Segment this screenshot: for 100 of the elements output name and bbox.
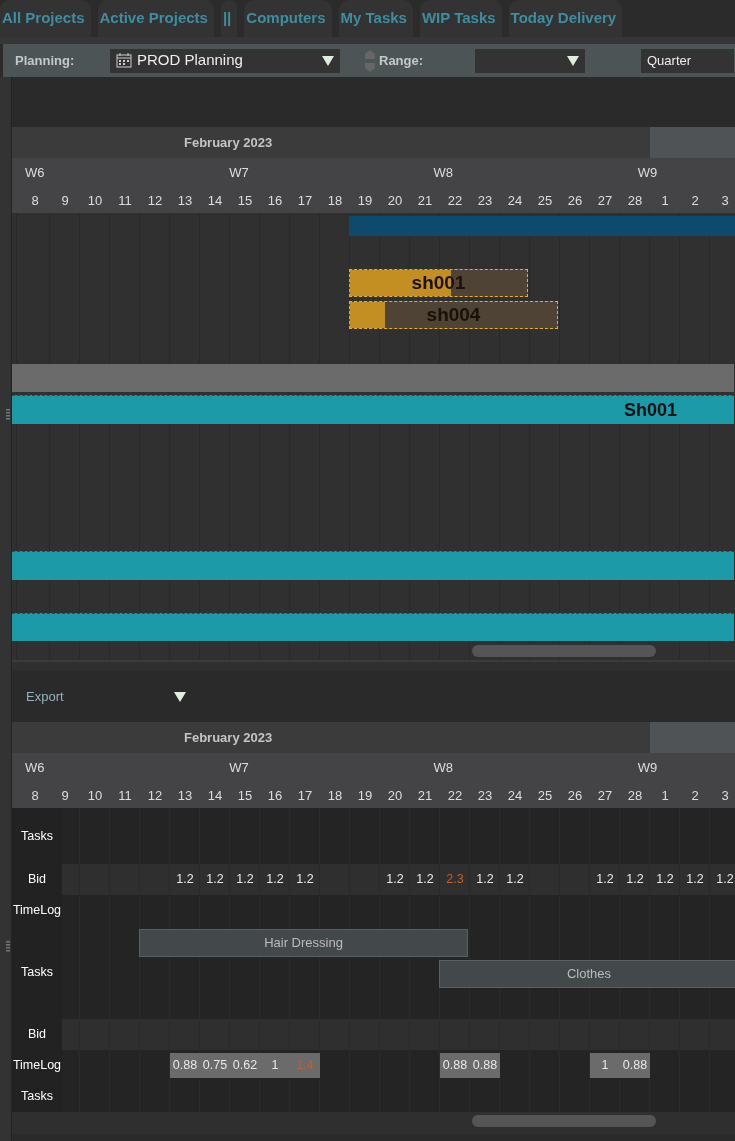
value-cell: 0.75 xyxy=(200,1053,230,1078)
day-label: 12 xyxy=(147,192,163,208)
period-field[interactable]: Quarter xyxy=(641,48,734,73)
value-cell-text: 1.2 xyxy=(235,871,255,889)
day-label: 2 xyxy=(691,787,699,803)
day-label: 3 xyxy=(721,787,729,803)
row-label: Bid xyxy=(12,864,62,895)
value-cell-text: 1.2 xyxy=(595,871,615,889)
week-label: W7 xyxy=(229,760,249,776)
field-label: Range: xyxy=(379,51,425,70)
day-label: 19 xyxy=(357,787,373,803)
day-label: 18 xyxy=(327,787,343,803)
export-dropdown[interactable]: Export xyxy=(26,686,186,707)
caret-icon xyxy=(174,691,186,702)
day-label: 21 xyxy=(417,787,433,803)
day-label: 13 xyxy=(177,787,193,803)
value-cell: 0.88 xyxy=(440,1053,470,1078)
grip-icon[interactable] xyxy=(6,941,10,953)
week-label: W6 xyxy=(25,165,45,181)
calendar-icon xyxy=(116,53,132,68)
day-label: 17 xyxy=(297,192,313,208)
week-label: W7 xyxy=(229,165,249,181)
day-label: 22 xyxy=(447,192,463,208)
week-label: W8 xyxy=(433,760,453,776)
day-label: 26 xyxy=(567,787,583,803)
day-label: 8 xyxy=(31,192,39,208)
day-label: 18 xyxy=(327,192,343,208)
day-label: 16 xyxy=(267,192,283,208)
day-label: 1 xyxy=(661,192,669,208)
grip-icon[interactable] xyxy=(6,409,10,421)
day-label: 10 xyxy=(87,787,103,803)
value-cell-text: 1.2 xyxy=(385,871,405,889)
day-label: 25 xyxy=(537,787,553,803)
day-label: 10 xyxy=(87,192,103,208)
bar-label: Sh001 xyxy=(623,398,677,422)
day-label: 15 xyxy=(237,787,253,803)
day-label: 13 xyxy=(177,192,193,208)
day-label: 14 xyxy=(207,787,223,803)
day-label: 26 xyxy=(567,192,583,208)
day-label: 23 xyxy=(477,192,493,208)
splitter[interactable] xyxy=(12,660,735,671)
range-dropdown[interactable] xyxy=(475,48,585,73)
value-cell-text: 1.2 xyxy=(415,871,435,889)
day-label: 27 xyxy=(597,192,613,208)
tab[interactable]: Active Projects xyxy=(97,0,214,37)
value-cell: 0.88 xyxy=(620,1053,650,1078)
value-cell: 1 xyxy=(260,1053,290,1078)
day-label: 14 xyxy=(207,192,223,208)
field-label: Planning: xyxy=(15,51,76,70)
caret-icon xyxy=(322,55,334,66)
scrollbar-thumb[interactable] xyxy=(472,645,656,657)
day-label: 28 xyxy=(627,192,643,208)
row-label: TimeLog xyxy=(12,895,62,926)
tab[interactable]: WIP Tasks xyxy=(419,0,502,37)
tab[interactable]: All Projects xyxy=(0,0,91,37)
spinner-icon[interactable] xyxy=(364,48,376,73)
task-bar[interactable]: Hair Dressing xyxy=(139,929,468,957)
day-label: 16 xyxy=(267,787,283,803)
planning-dropdown[interactable]: PROD Planning xyxy=(110,48,340,73)
day-label: 20 xyxy=(387,192,403,208)
scrollbar-thumb[interactable] xyxy=(472,1115,656,1127)
day-label: 23 xyxy=(477,787,493,803)
week-label: W8 xyxy=(433,165,453,181)
value-cell: 0.88 xyxy=(470,1053,500,1078)
day-label: 20 xyxy=(387,787,403,803)
task-bar[interactable]: Clothes xyxy=(439,960,735,988)
caret-icon xyxy=(567,55,579,66)
day-label: 22 xyxy=(447,787,463,803)
value-cell-text: 1.2 xyxy=(295,871,315,889)
tab[interactable]: My Tasks xyxy=(338,0,413,37)
tab[interactable]: || xyxy=(220,0,238,37)
day-label: 11 xyxy=(118,192,132,208)
value-cell-text: 1.2 xyxy=(655,871,675,889)
tab[interactable]: Today Delivery xyxy=(508,0,623,37)
day-label: 24 xyxy=(507,787,523,803)
day-label: 24 xyxy=(507,192,523,208)
week-label: W9 xyxy=(637,760,658,776)
value-cell-text: 1.2 xyxy=(715,871,735,889)
week-label: W9 xyxy=(637,165,658,181)
value-cell-text: 1.2 xyxy=(685,871,705,889)
day-label: 21 xyxy=(417,192,433,208)
value-cell-text: 2.3 xyxy=(445,871,465,889)
row-label: TimeLog xyxy=(12,1050,62,1081)
tab[interactable]: Computers xyxy=(244,0,332,37)
value-cell: 0.62 xyxy=(230,1053,260,1078)
month-label: February 2023 xyxy=(184,728,273,747)
day-label: 1 xyxy=(661,787,669,803)
day-label: 8 xyxy=(31,787,39,803)
row-label: Bid xyxy=(12,1019,62,1050)
value-cell: 1 xyxy=(590,1053,620,1078)
day-label: 19 xyxy=(357,192,373,208)
value-cell: 1.4 xyxy=(290,1053,320,1078)
value-cell: 0.88 xyxy=(170,1053,200,1078)
week-label: W6 xyxy=(25,760,45,776)
day-label: 15 xyxy=(237,192,253,208)
value-cell-text: 1.2 xyxy=(505,871,525,889)
value-cell-text: 1.2 xyxy=(475,871,495,889)
value-cell-text: 1.2 xyxy=(625,871,645,889)
day-label: 17 xyxy=(297,787,313,803)
month-label: February 2023 xyxy=(184,133,273,152)
